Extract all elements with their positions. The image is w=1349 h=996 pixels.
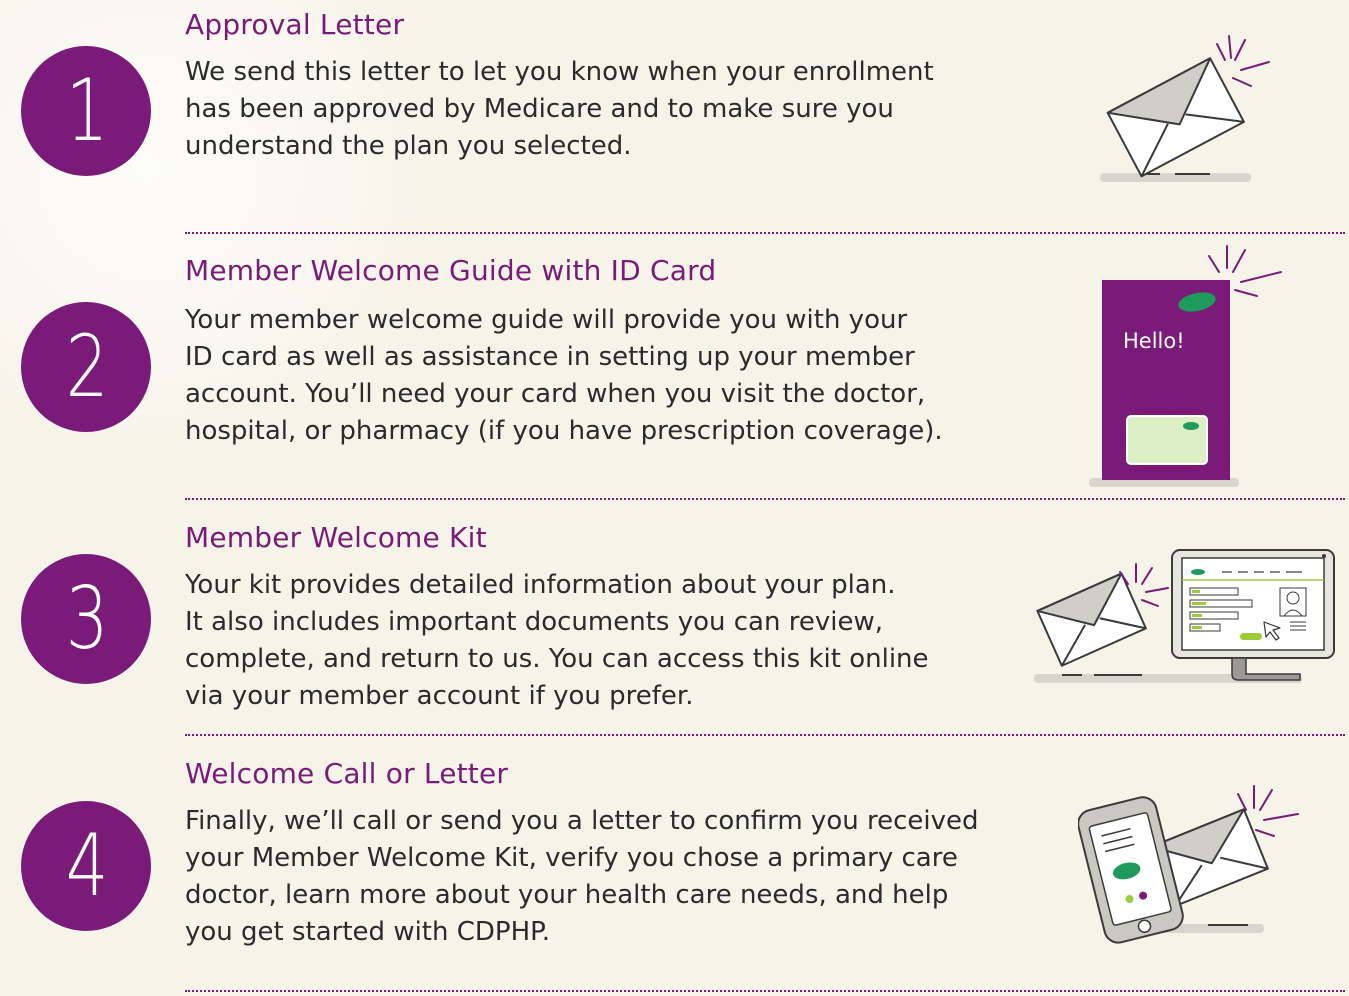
phone-envelope-icon	[1078, 785, 1299, 944]
step-description-line: hospital, or pharmacy (if you have presc…	[185, 416, 943, 446]
step-description: Your member welcome guide will provide y…	[185, 302, 943, 450]
step-title: Welcome Call or Letter	[185, 757, 509, 790]
step-number-badge: 4	[21, 801, 151, 931]
step-description-line: It also includes important documents you…	[185, 607, 883, 637]
step-description-line: Your kit provides detailed information a…	[185, 570, 896, 600]
step-title: Member Welcome Guide with ID Card	[185, 254, 717, 287]
step-description-line: via your member account if you prefer.	[185, 681, 694, 711]
guide-greeting: Hello!	[1123, 329, 1185, 353]
section-divider	[185, 498, 1345, 500]
step-description-line: doctor, learn more about your health car…	[185, 880, 949, 910]
step-number: 1	[65, 61, 108, 161]
step-description-line: account. You’ll need your card when you …	[185, 379, 926, 409]
step-description: Your kit provides detailed information a…	[185, 567, 929, 715]
step-description-line: you get started with CDPHP.	[185, 917, 551, 947]
welcome-guide-icon: Hello!	[1089, 245, 1282, 487]
step-number: 4	[65, 816, 108, 916]
step-description-line: Your member welcome guide will provide y…	[185, 305, 908, 335]
section-divider	[185, 232, 1345, 234]
step-description-line: We send this letter to let you know when…	[185, 57, 934, 87]
step-title: Approval Letter	[185, 8, 405, 41]
step-description-line: complete, and return to us. You can acce…	[185, 644, 929, 674]
step-description-line: Finally, we’ll call or send you a letter…	[185, 806, 979, 836]
step-description-line: your Member Welcome Kit, verify you chos…	[185, 843, 958, 873]
step-number: 2	[65, 317, 108, 417]
step-title: Member Welcome Kit	[185, 521, 487, 554]
section-divider	[185, 990, 1345, 992]
step-description-line: has been approved by Medicare and to mak…	[185, 94, 894, 124]
section-divider	[185, 734, 1345, 736]
envelope-computer-icon	[1034, 549, 1335, 683]
step-number-badge: 3	[21, 554, 151, 684]
step-description: Finally, we’ll call or send you a letter…	[185, 803, 978, 951]
step-number: 3	[65, 569, 108, 669]
step-description-line: ID card as well as assistance in setting…	[185, 342, 915, 372]
envelope-icon	[1100, 35, 1270, 182]
step-number-badge: 2	[21, 302, 151, 432]
step-number-badge: 1	[21, 46, 151, 176]
step-description-line: understand the plan you selected.	[185, 131, 632, 161]
step-description: We send this letter to let you know when…	[185, 54, 934, 165]
